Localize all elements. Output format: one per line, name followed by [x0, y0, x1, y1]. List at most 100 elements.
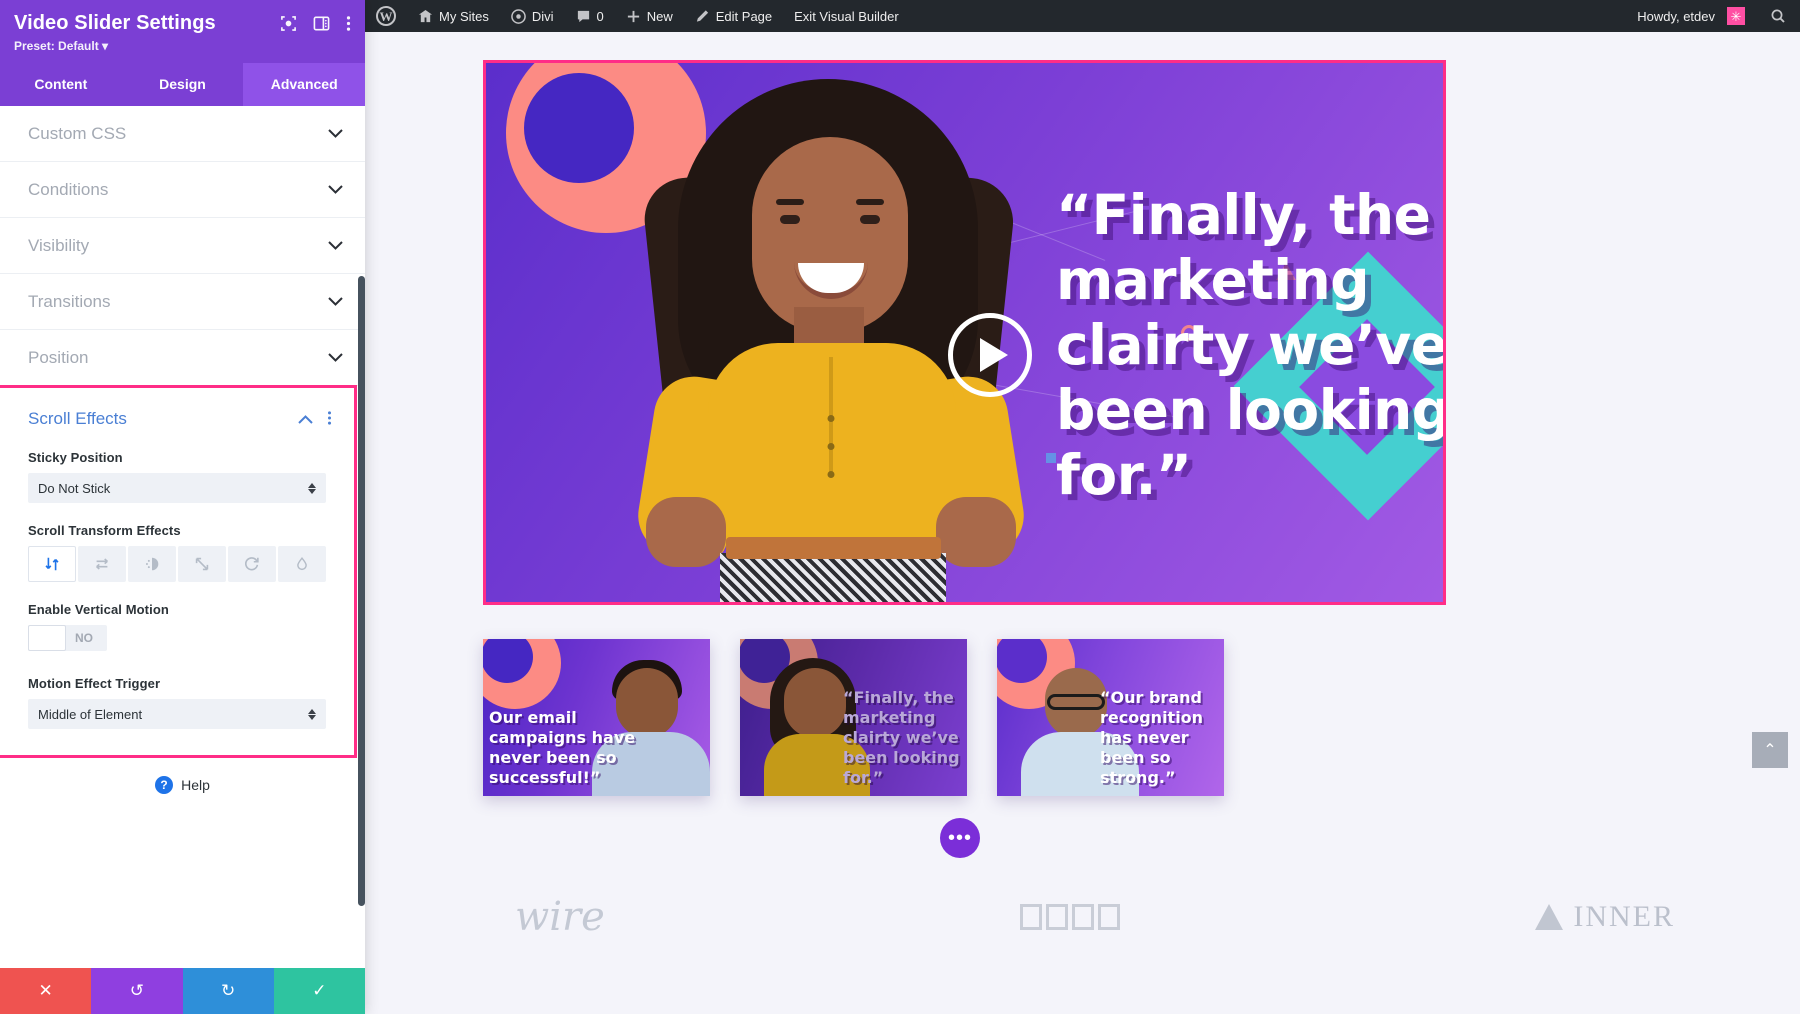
accordion-scroll-effects: Scroll Effects Sticky Position Do Not St… — [0, 385, 357, 758]
rotating-icon[interactable] — [228, 546, 277, 582]
chevron-down-icon — [328, 295, 343, 308]
sticky-position-label: Sticky Position — [28, 450, 123, 465]
horizontal-motion-icon[interactable] — [78, 546, 127, 582]
tab-design[interactable]: Design — [122, 63, 244, 106]
sticky-position-select[interactable]: Do Not Stick — [28, 473, 326, 503]
undo-button[interactable]: ↺ — [91, 968, 183, 1014]
blur-icon[interactable] — [278, 546, 327, 582]
accordion-transitions[interactable]: Transitions — [0, 274, 365, 330]
exit-visual-builder-link[interactable]: Exit Visual Builder — [783, 0, 910, 32]
redo-button[interactable]: ↻ — [182, 968, 274, 1014]
logo-boxes-shape — [1020, 904, 1121, 930]
comment-icon — [576, 9, 591, 24]
play-icon[interactable] — [948, 313, 1032, 397]
sites-icon — [418, 9, 433, 24]
accordion-label: Transitions — [28, 291, 111, 311]
layout-icon[interactable] — [313, 15, 330, 32]
comment-count: 0 — [596, 8, 604, 24]
tab-content[interactable]: Content — [0, 63, 122, 106]
kebab-menu-icon[interactable] — [327, 410, 332, 428]
chevron-down-icon — [328, 239, 343, 252]
cancel-button[interactable]: ✕ — [0, 968, 92, 1014]
toggle-knob — [28, 625, 66, 651]
transform-effects-group — [28, 546, 327, 582]
field-enable-vertical-motion: Enable Vertical Motion NO — [0, 602, 354, 656]
field-scroll-transform-effects: Scroll Transform Effects — [0, 523, 354, 582]
video-slider-module[interactable]: “Finally, the marketing clairty we’ve be… — [483, 60, 1446, 605]
accordion-conditions[interactable]: Conditions — [0, 162, 365, 218]
chevron-down-icon — [328, 127, 343, 140]
new-label: New — [646, 8, 673, 24]
wordpress-logo-icon: W — [376, 6, 396, 26]
tab-advanced[interactable]: Advanced — [243, 63, 366, 106]
divi-label: Divi — [531, 8, 554, 24]
help-icon: ? — [155, 776, 174, 794]
fade-in-out-icon[interactable] — [128, 546, 177, 582]
check-icon: ✓ — [312, 981, 327, 1000]
chevron-up-icon[interactable] — [298, 412, 313, 427]
preset-label: Preset: Default — [14, 39, 99, 53]
undo-icon: ↺ — [129, 981, 144, 1000]
panel-body: Custom CSS Conditions Visibility Transit… — [0, 106, 365, 968]
toggle-value: NO — [75, 631, 93, 645]
motion-trigger-label: Motion Effect Trigger — [28, 676, 161, 691]
accordion-custom-css[interactable]: Custom CSS — [0, 106, 365, 162]
help-link[interactable]: ? Help — [0, 758, 365, 794]
thumbnail-item[interactable]: “Finally, the marketing clairty we’ve be… — [740, 639, 967, 796]
account-menu[interactable]: Howdy, etdev ✳ — [1626, 0, 1756, 32]
module-settings-icon[interactable]: ••• — [940, 818, 980, 858]
vertical-motion-toggle[interactable]: NO — [28, 625, 107, 651]
panel-tabs: Content Design Advanced — [0, 63, 366, 106]
scroll-to-top-button[interactable]: ⌃ — [1752, 732, 1788, 768]
divi-menu[interactable]: Divi — [500, 0, 565, 32]
edit-page-link[interactable]: Edit Page — [684, 0, 783, 32]
vertical-motion-icon[interactable] — [28, 546, 77, 582]
help-label: Help — [181, 777, 210, 793]
close-icon: ✕ — [38, 981, 53, 1000]
decorative-dot — [1046, 453, 1056, 463]
drop-icon — [1535, 904, 1564, 930]
pencil-icon — [695, 9, 710, 24]
logo-wire: wire — [515, 894, 605, 940]
vertical-motion-label: Enable Vertical Motion — [28, 602, 169, 617]
thumbnail-quote: Our email campaigns have never been so s… — [489, 708, 636, 787]
my-sites-menu[interactable]: My Sites — [407, 0, 500, 32]
client-logos: wire INNER — [515, 894, 1675, 940]
accordion-label: Conditions — [28, 179, 109, 199]
accordion-label: Visibility — [28, 235, 90, 255]
scroll-effects-header[interactable]: Scroll Effects — [0, 388, 354, 450]
kebab-menu-icon[interactable] — [346, 15, 351, 32]
logo-boxes — [1020, 904, 1121, 930]
save-button[interactable]: ✓ — [273, 968, 365, 1014]
search-icon — [1770, 8, 1786, 24]
thumbnail-item[interactable]: Our email campaigns have never been so s… — [483, 639, 710, 796]
target-icon[interactable] — [280, 15, 297, 32]
chevron-down-icon — [328, 183, 343, 196]
my-sites-label: My Sites — [439, 8, 489, 24]
play-triangle — [980, 338, 1008, 372]
comments-menu[interactable]: 0 — [565, 0, 615, 32]
panel-scrollbar[interactable] — [358, 276, 365, 906]
accordion-visibility[interactable]: Visibility — [0, 218, 365, 274]
slider-thumbnails: Our email campaigns have never been so s… — [483, 639, 1224, 796]
wp-logo-button[interactable]: W — [365, 0, 407, 32]
adminbar-search-button[interactable] — [1756, 0, 1800, 32]
new-content-menu[interactable]: New — [615, 0, 684, 32]
page-title: Video Slider Settings — [14, 12, 216, 34]
thumbnail-item[interactable]: “Our brand recognition has never been so… — [997, 639, 1224, 796]
sticky-position-value: Do Not Stick — [38, 480, 111, 496]
preset-selector[interactable]: Preset: Default ▾ — [14, 39, 351, 53]
wp-admin-bar: W My Sites Divi 0 New Edit Page Exit Vis… — [365, 0, 1800, 32]
field-motion-effect-trigger: Motion Effect Trigger Middle of Element — [0, 676, 354, 729]
exit-vb-label: Exit Visual Builder — [794, 8, 899, 24]
visual-builder-canvas: “Finally, the marketing clairty we’ve be… — [365, 32, 1800, 1014]
transform-effects-label: Scroll Transform Effects — [28, 523, 181, 538]
motion-trigger-select[interactable]: Middle of Element — [28, 699, 326, 729]
accordion-position[interactable]: Position — [0, 330, 365, 386]
field-sticky-position: Sticky Position Do Not Stick — [0, 450, 354, 503]
spinner-icon — [308, 482, 316, 494]
scroll-effects-label: Scroll Effects — [28, 409, 127, 428]
motion-trigger-value: Middle of Element — [38, 706, 143, 722]
scaling-icon[interactable] — [178, 546, 227, 582]
panel-header: Video Slider Settings Preset: Default ▾ — [0, 0, 365, 63]
